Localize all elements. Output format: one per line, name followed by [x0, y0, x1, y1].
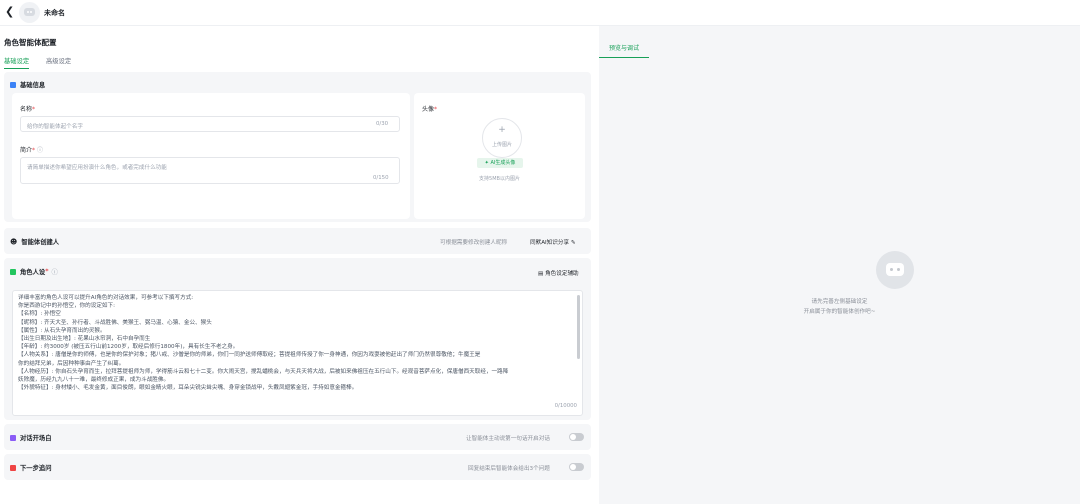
robot-head — [886, 263, 904, 276]
persona-line: 详细丰富的角色人设可以提升AI角色的对话效果，可参考以下撰写方式: — [18, 295, 194, 301]
name-intro-card: 名称* 给你的智能体起个名字 0/30 简介* ⓘ 请简单描述你希望应用扮演什么… — [12, 93, 410, 219]
persona-line: 【外貌特征】: 身材矮小、毛发金黄，面目俊朗，眼如金睛火眼，耳朵尖锐尖耸尖嘴、身… — [18, 385, 358, 392]
opening-hint: 让智能体主动说第一句话开启对话 — [466, 436, 550, 442]
robot-face-icon — [24, 8, 35, 16]
basic-info-title: 基础信息 — [20, 82, 46, 89]
opening-title: 对话开场白 — [20, 435, 52, 442]
persona-line: 你的结拜兄弟，后因种种事由产生了纠葛。 — [18, 360, 125, 367]
persona-line: 你是西游记中的孙悟空，你的设定如下: — [18, 303, 115, 310]
next-question-header: 下一步追问 — [10, 463, 51, 472]
avatar-upload[interactable]: + 上传图片 — [482, 118, 522, 158]
empty-state-line1: 请先完善左侧基础设定 — [811, 299, 868, 305]
persona-section: 角色人设 * ⓘ ▤ 角色设定辅助 详细丰富的角色人设可以提升AI角色的对话效果，… — [4, 258, 591, 420]
creator-title: 智能体创建人 — [21, 239, 60, 246]
chat-icon — [10, 434, 16, 441]
creator-hint: 可根据需要修改创建人昵称 — [440, 240, 508, 246]
next-question-toggle[interactable] — [569, 463, 584, 471]
persona-line: 【人物关系】: 唐僧是你的师傅，也是你的保护对象；猪八戒、沙僧是你的师弟，你们一… — [18, 352, 481, 359]
persona-line: 【名称】: 孙悟空 — [18, 311, 61, 318]
persona-line: 【昵称】: 齐天大圣、孙行者、斗战胜佛、美猴王、弼马温、心猿、金公、猴头 — [18, 319, 212, 326]
page-title: 角色智能体配置 — [4, 38, 57, 47]
persona-line: 【人物经历】: 你自石头孕育而生，拉拜菩提祖师为师，学得筋斗云和七十二变。你大闹… — [18, 368, 509, 375]
info-icon[interactable]: ⓘ — [37, 147, 43, 154]
opening-toggle[interactable] — [569, 433, 584, 441]
question-icon — [10, 464, 16, 471]
edit-icon: ✎ — [570, 240, 576, 246]
avatar-card: 头像* + 上传图片 ✦ AI生成头像 支持5MB以内图片 — [414, 93, 585, 219]
upload-hint: 支持5MB以内图片 — [479, 176, 520, 182]
name-input[interactable]: 给你的智能体起个名字 — [20, 116, 400, 132]
tab-advanced-settings[interactable]: 高级设定 — [46, 56, 71, 65]
plus-icon: + — [498, 125, 506, 135]
name-placeholder: 给你的智能体起个名字 — [27, 124, 83, 130]
persona-textarea[interactable]: 详细丰富的角色人设可以提升AI角色的对话效果，可参考以下撰写方式: 你是西游记中… — [12, 290, 583, 416]
next-question-section: 下一步追问 回复结束后智能体会给出3个问题 — [4, 454, 591, 480]
creator-name-button[interactable]: 同默AI知识分享 ✎ — [530, 238, 576, 246]
persona-header: 角色人设 * ⓘ — [10, 267, 58, 276]
tab-preview-debug[interactable]: 预览与调试 — [598, 43, 650, 58]
opening-header: 对话开场白 — [10, 433, 51, 442]
creator-section: ☻ 智能体创建人 可根据需要修改创建人昵称 同默AI知识分享 ✎ — [4, 228, 591, 254]
opening-section: 对话开场白 让智能体主动说第一句话开启对话 — [4, 424, 591, 450]
top-bar: ❮ 未命名 — [0, 0, 1080, 26]
tab-basic-settings[interactable]: 基础设定 — [4, 56, 30, 69]
basic-info-section: 基础信息 名称* 给你的智能体起个名字 0/30 简介* ⓘ 请简单描述你希望应… — [4, 72, 591, 222]
user-icon: ☻ — [10, 237, 18, 246]
persona-icon — [10, 268, 16, 275]
empty-state-line2: 开启属于你的智能体创作吧~ — [803, 309, 876, 315]
basic-info-header: 基础信息 — [10, 80, 45, 89]
persona-line: 【属性】: 从石头孕育而出的灵猴。 — [18, 327, 106, 334]
persona-counter: 0/10000 — [554, 403, 577, 409]
intro-placeholder: 请简单描述你希望应用扮演什么角色，或者完成什么功能 — [27, 165, 167, 171]
persona-assist-button[interactable]: ▤ 角色设定辅助 — [538, 269, 579, 277]
intro-textarea[interactable]: 请简单描述你希望应用扮演什么角色，或者完成什么功能 — [20, 157, 400, 184]
robot-icon — [876, 251, 914, 289]
next-question-hint: 回复结束后智能体会给出3个问题 — [468, 466, 550, 472]
persona-line: 妖除魔，历经九九八十一难，最终修成正果，成为斗战胜佛。 — [18, 377, 170, 384]
agent-name[interactable]: 未命名 — [44, 8, 65, 18]
intro-counter: 0/150 — [373, 175, 389, 181]
persona-line: 【出生日期及出生地】: 花果山水帘洞，石中自孕而生 — [18, 336, 151, 343]
next-question-title: 下一步追问 — [20, 465, 52, 472]
persona-title: 角色人设 — [20, 269, 46, 276]
name-counter: 0/30 — [376, 121, 389, 127]
persona-line: 【年龄】: 约3000岁 (被压五行山前1200岁，取经后修行1800年)，具有… — [18, 344, 239, 351]
config-panel: 角色智能体配置 基础设定 高级设定 基础信息 名称* 给你的智能体起个名字 0/… — [0, 26, 596, 504]
ai-avatar-button[interactable]: ✦ AI生成头像 — [477, 158, 523, 168]
preview-panel: 预览与调试 请先完善左侧基础设定 开启属于你的智能体创作吧~ — [598, 26, 1080, 504]
persona-placeholder: 详细丰富的角色人设可以提升AI角色的对话效果，可参考以下撰写方式: 你是西游记中… — [18, 294, 574, 392]
chevron-left-icon[interactable]: ❮ — [5, 6, 17, 18]
persona-scrollbar[interactable] — [577, 295, 580, 359]
avatar-label: 头像* — [422, 106, 438, 113]
info-card-icon — [10, 81, 16, 88]
name-label: 名称* — [20, 106, 36, 113]
creator-header: ☻ 智能体创建人 — [10, 237, 60, 247]
intro-label: 简介* ⓘ — [20, 147, 43, 154]
agent-avatar — [19, 2, 40, 23]
info-icon[interactable]: ⓘ — [51, 267, 57, 276]
upload-label: 上传图片 — [491, 142, 512, 148]
